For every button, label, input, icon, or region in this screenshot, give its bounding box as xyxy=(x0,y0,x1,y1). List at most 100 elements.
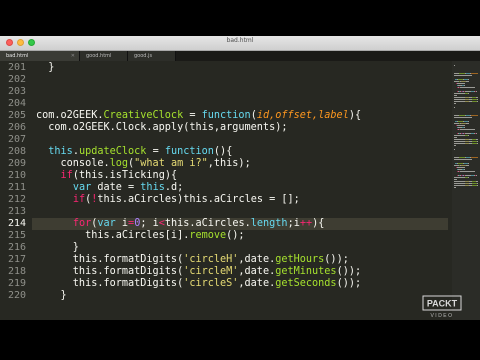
code-token: ,date. xyxy=(238,278,276,289)
code-line[interactable]: console.log("what am i?",this); xyxy=(36,158,251,170)
tab-label: good.js xyxy=(134,53,153,59)
line-number: 204 xyxy=(7,98,26,109)
packt-video-text: VIDEO xyxy=(430,313,453,319)
minimap-stroke xyxy=(476,91,477,92)
minimap-stroke xyxy=(468,93,469,94)
line-number: 216 xyxy=(7,242,26,253)
minimap-stroke xyxy=(477,143,478,144)
minimap[interactable] xyxy=(452,61,480,320)
code-area[interactable]: } com.o2GEEK.CreativeClock = function(id,… xyxy=(36,61,448,320)
code-line[interactable]: com.o2GEEK.Clock.apply(this,arguments); xyxy=(36,122,287,134)
code-token: = xyxy=(183,110,202,121)
tab-bad-html[interactable]: bad.html ✕ xyxy=(0,51,80,61)
minimap-stroke xyxy=(476,97,478,98)
code-token: } xyxy=(36,62,55,73)
code-token: 'circleH' xyxy=(183,254,239,265)
code-token: ;i xyxy=(287,218,300,229)
packt-brand-text: PACKT xyxy=(427,299,458,309)
minimap-stroke xyxy=(477,141,478,142)
code-token: remove xyxy=(189,230,227,241)
line-number: 209 xyxy=(7,158,26,169)
minimap-stroke xyxy=(468,177,469,178)
letterbox-bottom xyxy=(0,320,480,360)
code-token: this.aCircles. xyxy=(164,218,251,229)
line-number-gutter: 201 202 203 204 205 206 207 208 209 210 211 212 213 2… xyxy=(0,61,32,320)
minimap-stroke xyxy=(466,81,469,82)
minimap-stroke xyxy=(457,125,465,126)
title-bar: bad.html xyxy=(0,36,480,51)
minimap-stroke xyxy=(454,103,456,104)
code-line[interactable]: this.aCircles[i].remove(); xyxy=(36,230,245,242)
code-token: length xyxy=(250,218,288,229)
code-token: ,date. xyxy=(238,266,276,277)
code-line[interactable]: this.formatDigits('circleM',date.getMinu… xyxy=(36,266,361,278)
minimap-stroke xyxy=(454,107,455,108)
minimap-stroke xyxy=(460,87,475,88)
minimap-stroke xyxy=(476,133,477,134)
line-number: 210 xyxy=(7,170,26,181)
code-token: (){ xyxy=(213,146,233,157)
minimap-stroke xyxy=(476,175,477,176)
minimap-stroke xyxy=(454,99,465,100)
code-token: if xyxy=(60,170,73,181)
minimap-stroke xyxy=(471,157,478,158)
code-token: var xyxy=(97,218,116,229)
minimap-stroke xyxy=(454,65,455,66)
code-token: .d; xyxy=(164,182,184,193)
code-line[interactable]: } xyxy=(36,290,67,302)
line-number: 205 xyxy=(7,110,26,121)
code-line[interactable]: for(var i=0; i<this.aCircles.length;i++)… xyxy=(36,218,325,230)
code-token: var xyxy=(72,182,92,193)
code-token: log xyxy=(109,158,129,169)
minimap-stroke xyxy=(477,183,478,184)
code-token: ()); xyxy=(336,266,362,277)
minimap-stroke xyxy=(471,115,478,116)
minimap-stroke xyxy=(454,185,465,186)
minimap-stroke xyxy=(454,101,465,102)
code-line[interactable]: this.formatDigits('circleH',date.getHour… xyxy=(36,254,349,266)
line-number: 203 xyxy=(7,86,26,97)
close-icon[interactable]: ✕ xyxy=(71,51,75,61)
code-token: function xyxy=(201,110,251,121)
line-number: 207 xyxy=(7,134,26,145)
minimap-stroke xyxy=(468,79,469,80)
minimap-stroke xyxy=(468,121,469,122)
code-token: this xyxy=(140,182,165,193)
minimap-stroke xyxy=(454,177,465,178)
tab-bar: bad.html ✕ good.html good.js xyxy=(0,51,480,61)
tab-good-js[interactable]: good.js xyxy=(128,51,176,61)
code-line[interactable]: } xyxy=(36,242,79,254)
code-line[interactable]: } xyxy=(36,62,54,74)
minimap-stroke xyxy=(454,141,465,142)
code-line[interactable]: this.formatDigits('circleS',date.getSeco… xyxy=(36,278,361,290)
minimap-stroke xyxy=(454,187,456,188)
minimap-stroke xyxy=(466,165,469,166)
line-number: 219 xyxy=(7,278,26,289)
minimap-stroke xyxy=(454,159,472,160)
code-line[interactable]: com.o2GEEK.CreativeClock = function(id,o… xyxy=(36,110,361,122)
minimap-stroke xyxy=(466,123,469,124)
minimap-stroke xyxy=(460,129,475,130)
code-token: } xyxy=(36,242,79,253)
code-line[interactable]: var date = this.d; xyxy=(36,182,183,194)
code-line[interactable]: if(this.isTicking){ xyxy=(36,170,178,182)
minimap-stroke xyxy=(468,135,469,136)
line-number: 211 xyxy=(7,182,26,193)
code-line[interactable]: if(!this.aCircles)this.aCircles = []; xyxy=(36,194,300,206)
minimap-stroke xyxy=(454,183,465,184)
code-token: ()); xyxy=(336,278,362,289)
minimap-stroke xyxy=(454,75,472,76)
minimap-stroke xyxy=(457,167,465,168)
tab-good-html[interactable]: good.html xyxy=(80,51,128,61)
minimap-stroke xyxy=(476,181,478,182)
code-token: if xyxy=(72,194,86,205)
code-line[interactable]: this.updateClock = function(){ xyxy=(36,146,232,158)
line-number: 217 xyxy=(7,254,26,265)
minimap-stroke xyxy=(454,95,457,96)
code-token: console. xyxy=(36,158,110,169)
minimap-stroke xyxy=(454,137,457,138)
code-token: ; i xyxy=(140,218,159,229)
